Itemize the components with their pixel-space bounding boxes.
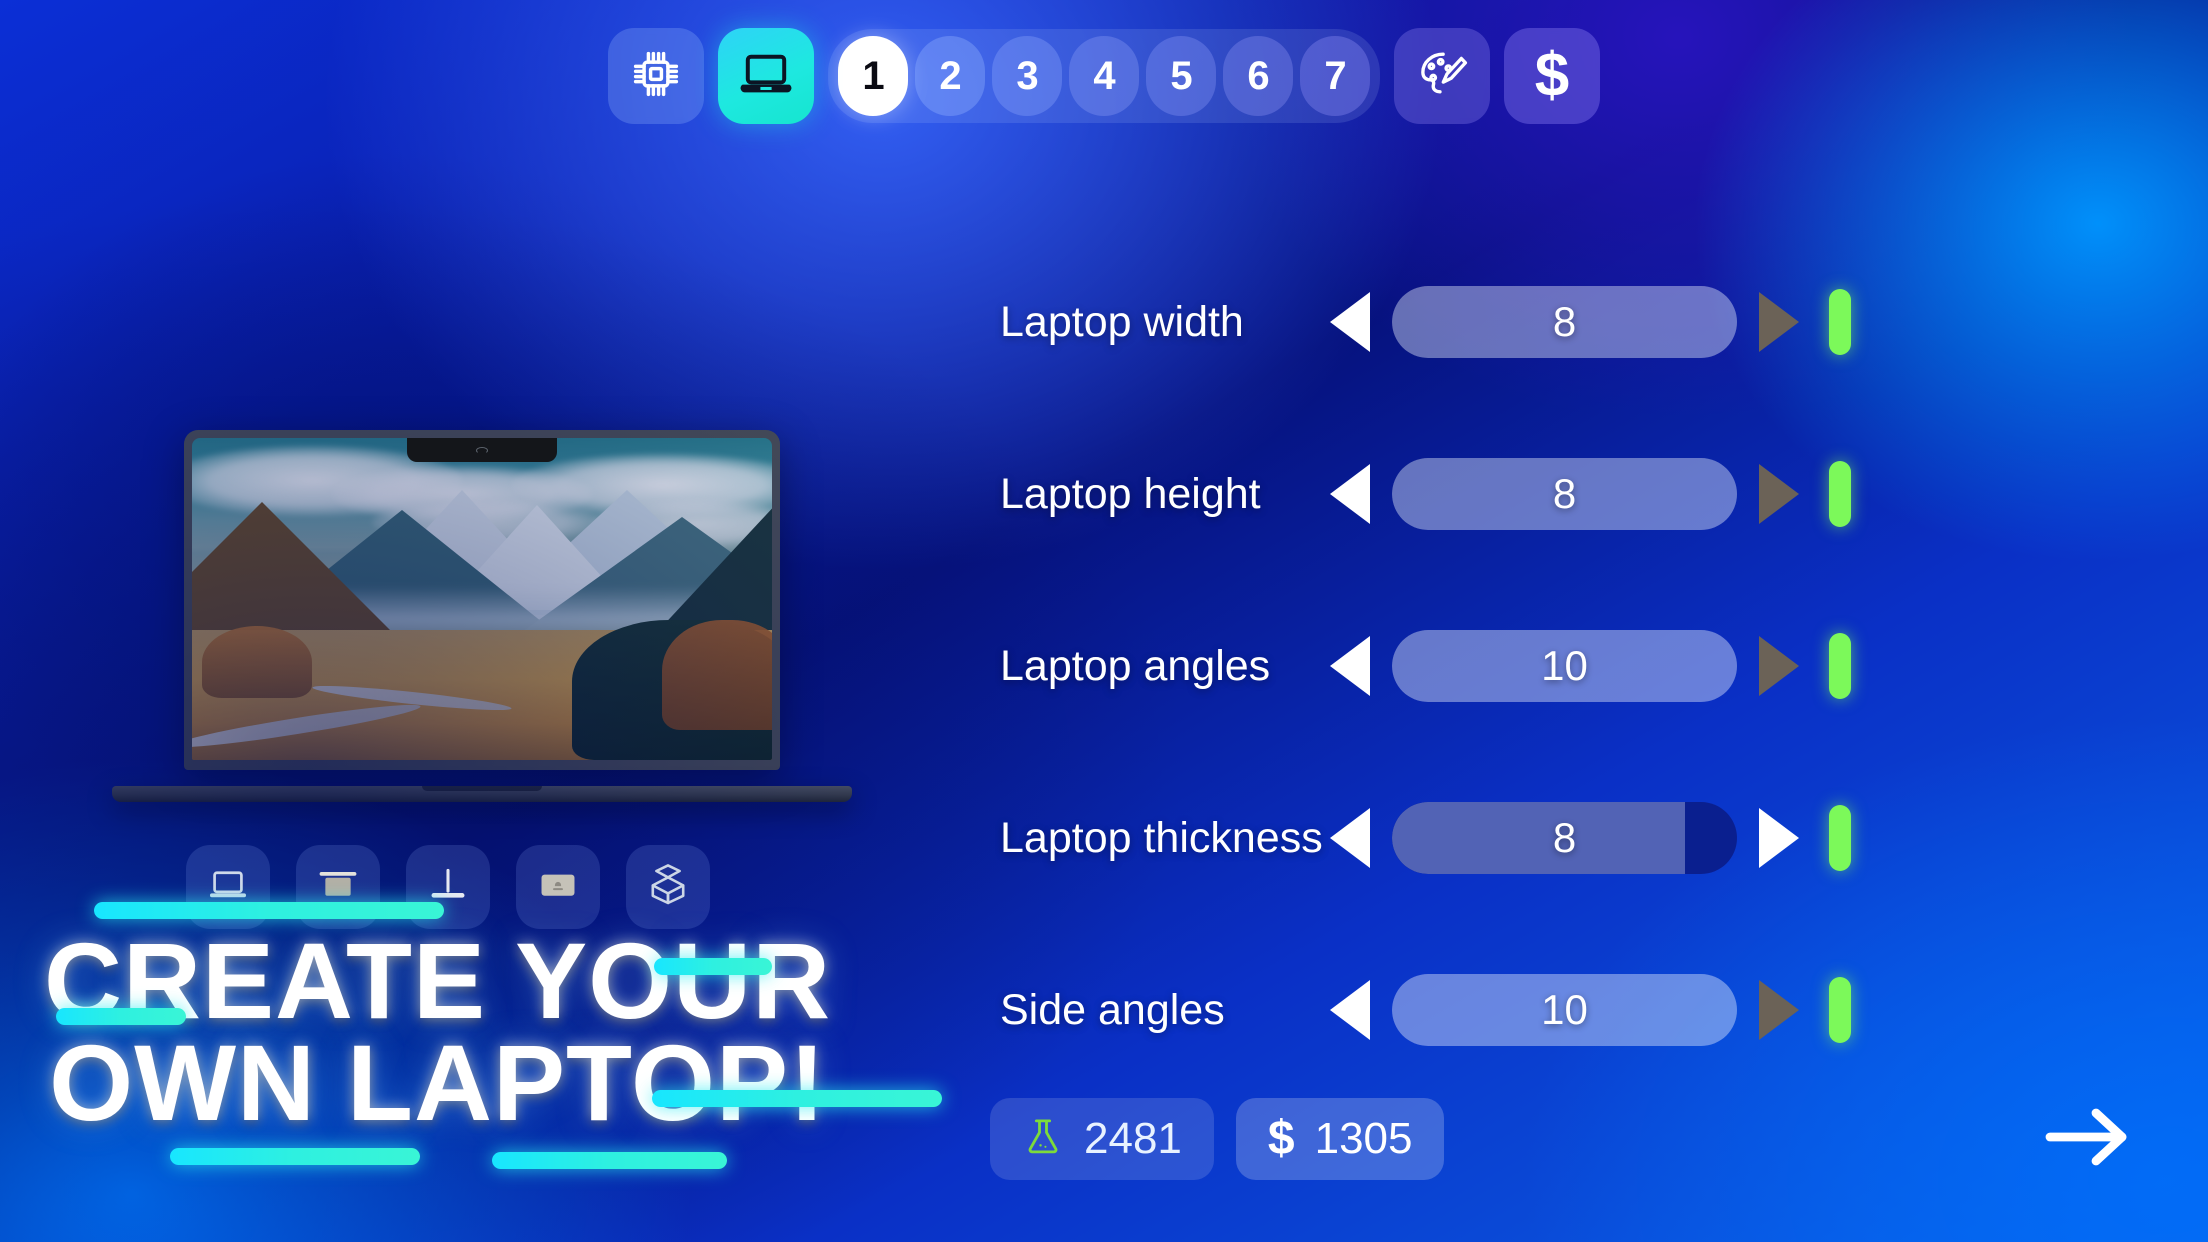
step-pill-label: 1 bbox=[862, 53, 884, 98]
slider-track[interactable]: 8 bbox=[1392, 802, 1737, 874]
slider-row-laptop-thickness: Laptop thickness 8 bbox=[1000, 752, 2080, 924]
part-button-trackpad[interactable] bbox=[516, 845, 600, 929]
research-stat-chip[interactable]: 2481 bbox=[990, 1098, 1214, 1180]
laptop-lid bbox=[184, 430, 780, 770]
value-indicator bbox=[1829, 289, 1851, 355]
app-screen: 1 2 3 4 5 6 7 $ CREATE YOUR OWN LAPTOP! … bbox=[0, 0, 2208, 1242]
step-pill-label: 3 bbox=[1016, 53, 1038, 98]
top-toolbar: 1 2 3 4 5 6 7 $ bbox=[0, 28, 2208, 124]
slider-track[interactable]: 8 bbox=[1392, 286, 1737, 358]
slider-value: 8 bbox=[1552, 470, 1577, 517]
step-pill-1[interactable]: 1 bbox=[838, 36, 908, 116]
slider-label: Laptop angles bbox=[1000, 641, 1271, 690]
increase-arrow[interactable] bbox=[1759, 636, 1799, 696]
headline-line-1: CREATE YOUR bbox=[44, 920, 832, 1041]
slider-value: 8 bbox=[1552, 814, 1577, 861]
promo-headline: CREATE YOUR OWN LAPTOP! bbox=[44, 902, 942, 1169]
decrease-arrow[interactable] bbox=[1330, 808, 1370, 868]
dollar-icon: $ bbox=[1267, 1112, 1295, 1165]
step-pill-5[interactable]: 5 bbox=[1146, 36, 1216, 116]
laptop-screen-wallpaper bbox=[192, 438, 772, 760]
increase-arrow[interactable] bbox=[1759, 980, 1799, 1040]
slider-fill bbox=[1392, 802, 1686, 874]
dollar-icon: $ bbox=[1534, 41, 1570, 110]
value-indicator bbox=[1829, 633, 1851, 699]
part-button-screen[interactable] bbox=[296, 845, 380, 929]
decrease-arrow[interactable] bbox=[1330, 292, 1370, 352]
step-pill-label: 4 bbox=[1093, 53, 1115, 98]
part-button-box[interactable] bbox=[626, 845, 710, 929]
money-button[interactable]: $ bbox=[1504, 28, 1600, 124]
slider-row-laptop-width: Laptop width 8 bbox=[1000, 236, 2080, 408]
increase-arrow[interactable] bbox=[1759, 464, 1799, 524]
step-pill-4[interactable]: 4 bbox=[1069, 36, 1139, 116]
decrease-arrow[interactable] bbox=[1330, 636, 1370, 696]
slider-label: Laptop thickness bbox=[1000, 813, 1323, 862]
slider-row-laptop-angles: Laptop angles 10 bbox=[1000, 580, 2080, 752]
decrease-arrow[interactable] bbox=[1330, 464, 1370, 524]
box-icon bbox=[644, 861, 692, 914]
slider-track[interactable]: 10 bbox=[1392, 630, 1737, 702]
palette-icon bbox=[1415, 47, 1469, 106]
webcam-notch bbox=[407, 438, 557, 462]
step-pill-label: 7 bbox=[1324, 53, 1346, 98]
part-button-laptop[interactable] bbox=[186, 845, 270, 929]
part-selector-strip bbox=[186, 845, 710, 929]
flask-icon bbox=[1022, 1116, 1064, 1163]
step-pill-7[interactable]: 7 bbox=[1300, 36, 1370, 116]
next-button[interactable] bbox=[2040, 1098, 2136, 1180]
value-indicator bbox=[1829, 805, 1851, 871]
laptop-base bbox=[112, 786, 852, 802]
screen-icon bbox=[315, 862, 361, 913]
chip-button[interactable] bbox=[608, 28, 704, 124]
slider-value: 10 bbox=[1541, 642, 1588, 689]
slider-track[interactable]: 10 bbox=[1392, 974, 1737, 1046]
step-pill-6[interactable]: 6 bbox=[1223, 36, 1293, 116]
settings-slider-panel: Laptop width 8 Laptop height 8 Laptop an… bbox=[1000, 236, 2080, 1096]
slider-label: Laptop width bbox=[1000, 297, 1244, 346]
resource-stats: 2481 $ 1305 bbox=[990, 1098, 1445, 1180]
step-pill-label: 2 bbox=[939, 53, 961, 98]
increase-arrow[interactable] bbox=[1759, 292, 1799, 352]
money-value: 1305 bbox=[1314, 1114, 1413, 1163]
laptop-preview[interactable] bbox=[112, 430, 852, 802]
step-pill-2[interactable]: 2 bbox=[915, 36, 985, 116]
chip-icon bbox=[630, 48, 682, 105]
camera-icon bbox=[476, 446, 488, 454]
palette-button[interactable] bbox=[1394, 28, 1490, 124]
research-value: 2481 bbox=[1084, 1114, 1182, 1163]
slider-track[interactable]: 8 bbox=[1392, 458, 1737, 530]
slider-label: Side angles bbox=[1000, 985, 1225, 1034]
value-indicator bbox=[1829, 977, 1851, 1043]
tab-laptop[interactable] bbox=[718, 28, 814, 124]
slider-value: 8 bbox=[1552, 298, 1577, 345]
slider-row-laptop-height: Laptop height 8 bbox=[1000, 408, 2080, 580]
laptop-icon bbox=[205, 862, 251, 913]
laptop-icon bbox=[738, 46, 794, 107]
slider-row-side-angles: Side angles 10 bbox=[1000, 924, 2080, 1096]
step-pill-label: 5 bbox=[1170, 53, 1192, 98]
headline-line-2: OWN LAPTOP! bbox=[49, 1021, 827, 1143]
money-stat-chip[interactable]: $ 1305 bbox=[1235, 1098, 1445, 1180]
part-button-hinge[interactable] bbox=[406, 845, 490, 929]
slider-value: 10 bbox=[1541, 986, 1588, 1033]
hinge-icon bbox=[425, 862, 471, 913]
value-indicator bbox=[1829, 461, 1851, 527]
next-arrow-icon bbox=[2042, 1105, 2134, 1174]
step-number-group: 1 2 3 4 5 6 7 bbox=[828, 29, 1380, 123]
increase-arrow[interactable] bbox=[1759, 808, 1799, 868]
decrease-arrow[interactable] bbox=[1330, 980, 1370, 1040]
step-pill-label: 6 bbox=[1247, 53, 1269, 98]
step-pill-3[interactable]: 3 bbox=[992, 36, 1062, 116]
trackpad-icon bbox=[535, 862, 581, 913]
slider-label: Laptop height bbox=[1000, 469, 1261, 518]
